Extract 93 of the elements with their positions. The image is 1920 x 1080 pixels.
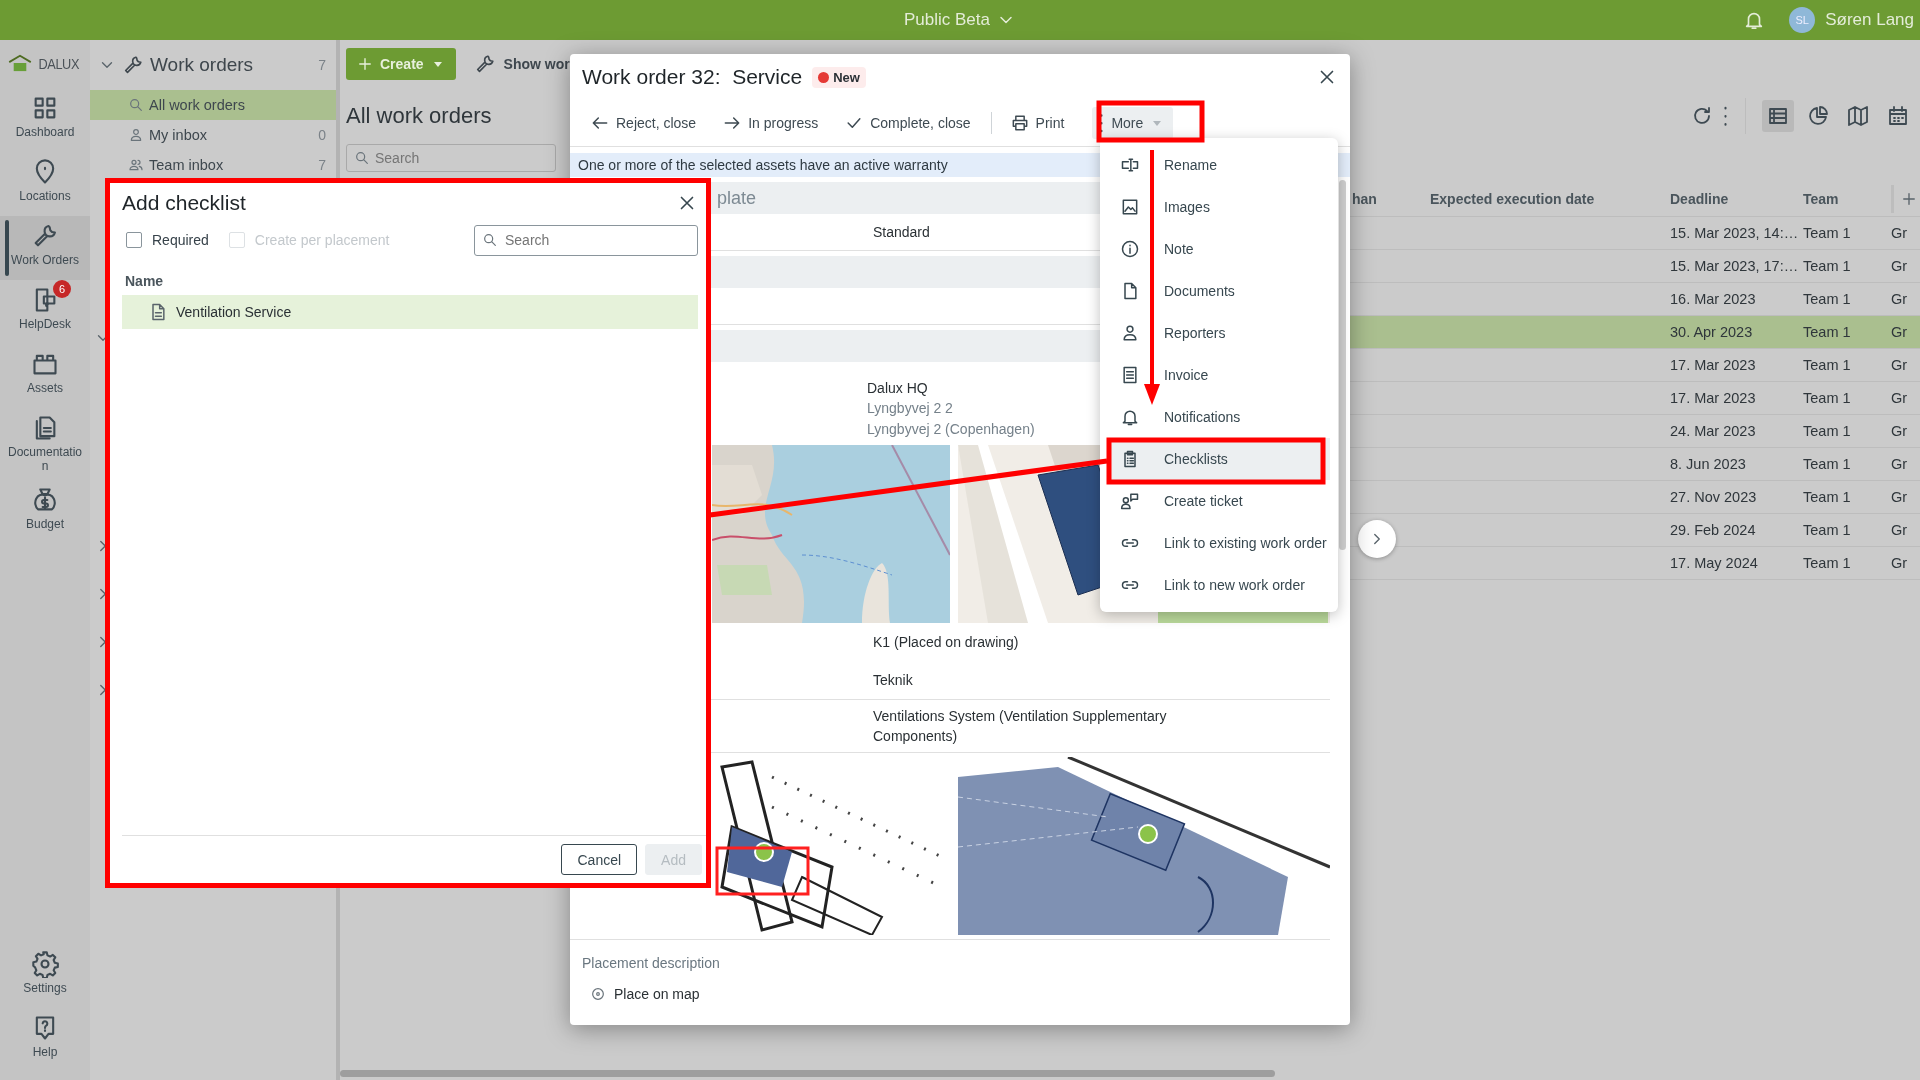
table-cell-text: Team 1	[1803, 390, 1852, 406]
nav-item[interactable]: Settings	[0, 944, 90, 1008]
page-heading: All work orders	[346, 103, 492, 129]
checkbox-option[interactable]: Required	[126, 232, 209, 248]
menu-item[interactable]: Notifications	[1100, 396, 1338, 438]
table-cell-text: Team 1	[1803, 291, 1852, 307]
item-count: 7	[318, 57, 326, 73]
address-line: Lyngbyvej 2 2	[867, 399, 953, 419]
nav-item[interactable]: Dashboard	[0, 88, 90, 152]
toolbar-button[interactable]: More	[1092, 107, 1174, 139]
table-cell-text: 29. Feb 2024	[1670, 522, 1757, 538]
table-cell-text: 24. Mar 2023	[1670, 423, 1757, 439]
template-value: Standard	[873, 222, 930, 242]
section-label: Placement description	[582, 955, 720, 972]
table-cell-text: Gr	[1891, 489, 1909, 505]
search-field[interactable]: Search	[346, 144, 556, 172]
toolbar-button[interactable]: Complete, close	[832, 105, 983, 141]
tree-item-label: Team inbox	[149, 157, 225, 173]
toolbar-button[interactable]: Reject, close	[578, 105, 709, 141]
placement-value: K1 (Placed on drawing)	[873, 632, 1019, 652]
table-cell-text: Team 1	[1803, 357, 1852, 373]
column-header[interactable]: Deadline	[1670, 191, 1803, 207]
table-cell-text: Gr	[1891, 291, 1909, 307]
menu-item[interactable]: Note	[1100, 228, 1338, 270]
item-count: 0	[318, 127, 326, 143]
nav-item[interactable]: Assets	[0, 344, 90, 408]
place-on-map-option[interactable]: Place on map	[570, 976, 1330, 1003]
room-value: Teknik	[873, 670, 913, 690]
table-cell-text: Team 1	[1803, 522, 1852, 538]
table-cell-text: 16. Mar 2023	[1670, 291, 1757, 307]
count-badge: 6	[53, 280, 71, 298]
table-cell-text: Gr	[1891, 423, 1909, 439]
table-cell-text: Gr	[1891, 555, 1909, 571]
column-header: Name	[124, 272, 165, 291]
nav-item[interactable]: Locations	[0, 152, 90, 216]
table-cell-text: Gr	[1891, 390, 1909, 406]
column-header[interactable]: han	[1352, 191, 1430, 207]
logo-text: DALUX	[38, 54, 80, 72]
toolbar-button[interactable]: Print	[990, 112, 1077, 134]
dialog-button[interactable]: Cancel	[561, 844, 638, 875]
table-cell-text: Team 1	[1803, 225, 1852, 241]
table-cell-text: Team 1	[1803, 258, 1852, 274]
item-count: 7	[318, 157, 326, 173]
table-cell-text: Team 1	[1803, 555, 1852, 571]
table-cell-text: Gr	[1891, 324, 1909, 340]
search-field[interactable]: Search	[474, 224, 698, 256]
table-cell-text: Gr	[1891, 258, 1909, 274]
tree-item[interactable]: All work orders	[90, 90, 336, 120]
tree-item-label: All work orders	[149, 97, 246, 113]
menu-item[interactable]: Create ticket	[1100, 480, 1338, 522]
table-cell-text: Gr	[1891, 456, 1909, 472]
column-header[interactable]: Expected execution date	[1430, 191, 1670, 207]
menu-item[interactable]: Images	[1100, 186, 1338, 228]
table-cell-text: Gr	[1891, 522, 1909, 538]
toolbar-button[interactable]: In progress	[710, 105, 831, 141]
table-cell-text: 15. Mar 2023, 14:…	[1670, 225, 1800, 241]
table-cell-text: 17. Mar 2023	[1670, 390, 1757, 406]
table-cell-text: Team 1	[1803, 324, 1852, 340]
table-cell-text: 15. Mar 2023, 17:…	[1670, 258, 1800, 274]
column-header[interactable]: Team	[1803, 191, 1891, 207]
nav-item[interactable]: Documentation	[0, 408, 90, 480]
table-cell-text: Team 1	[1803, 489, 1852, 505]
section-title: plate	[717, 187, 757, 209]
table-cell-text: 8. Jun 2023	[1670, 456, 1747, 472]
menu-item[interactable]: Reporters	[1100, 312, 1338, 354]
nav-item[interactable]: Work Orders	[0, 216, 90, 280]
nav-item[interactable]: Help	[0, 1008, 90, 1072]
nav-item[interactable]: Budget	[0, 479, 90, 544]
table-cell-text: 27. Nov 2023	[1670, 489, 1758, 505]
tree-item[interactable]: Team inbox 7	[90, 150, 336, 180]
address-line: Lyngbyvej 2 (Copenhagen)	[867, 419, 1035, 439]
location-name: Dalux HQ	[867, 379, 928, 398]
menu-item[interactable]: Link to new work order	[1100, 564, 1338, 606]
menu-item[interactable]: Invoice	[1100, 354, 1338, 396]
tree-title[interactable]: Work orders	[150, 54, 313, 76]
checklist-row[interactable]: Ventilation Service	[122, 295, 698, 329]
nav-item[interactable]: 6 HelpDesk	[0, 280, 90, 344]
table-cell-text: Gr	[1891, 357, 1909, 373]
tree-item-label: My inbox	[149, 127, 209, 143]
status-badge: New	[812, 66, 866, 88]
menu-item[interactable]: Documents	[1100, 270, 1338, 312]
table-cell-text: 17. Mar 2023	[1670, 357, 1757, 373]
tree-item[interactable]: My inbox 0	[90, 120, 336, 150]
table-cell-text: Gr	[1891, 225, 1909, 241]
dialog-title: Work order 32: Service	[582, 65, 803, 89]
menu-item[interactable]: Link to existing work order	[1100, 522, 1338, 564]
asset-value: Ventilations System (Ventilation Supplementary Components)	[873, 706, 1168, 747]
dialog-title: Add checklist	[122, 191, 246, 215]
show-button[interactable]: Show wor	[473, 53, 570, 75]
table-cell-text: 17. May 2024	[1670, 555, 1759, 571]
table-cell-text: Team 1	[1803, 423, 1852, 439]
table-cell-text: Team 1	[1803, 456, 1852, 472]
table-cell-text: 30. Apr 2023	[1670, 324, 1754, 340]
